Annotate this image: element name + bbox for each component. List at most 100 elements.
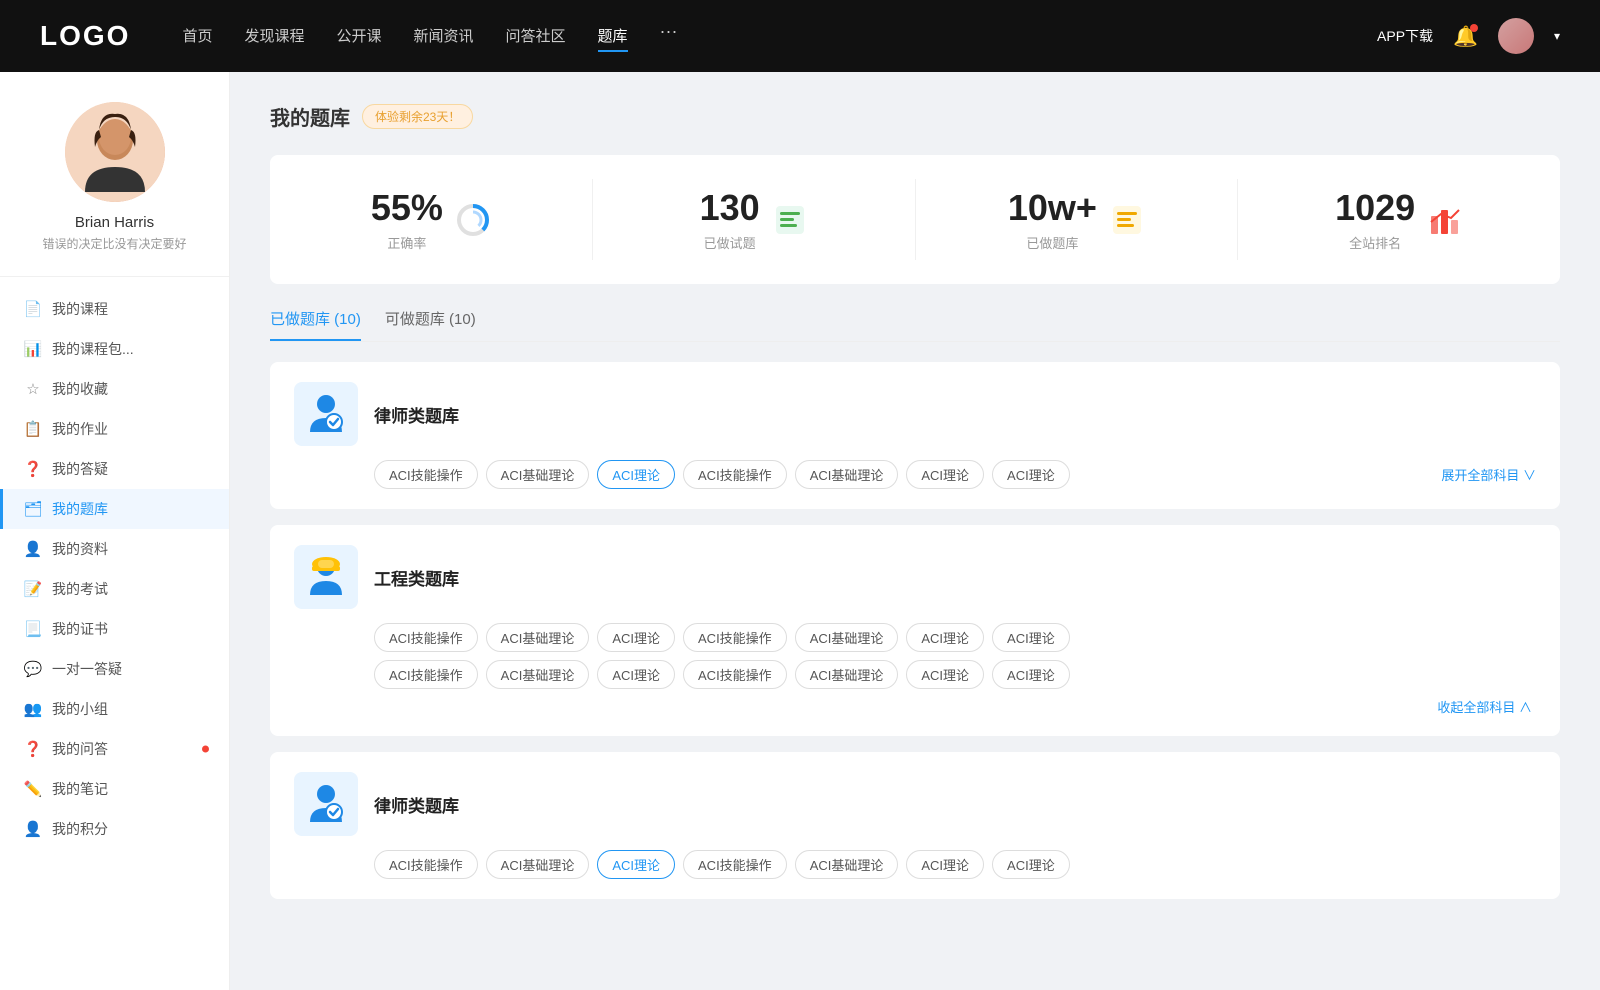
cert-icon: 📃 — [24, 620, 42, 638]
nav-right: APP下载 🔔 ▾ — [1377, 18, 1560, 54]
expand-link-1[interactable]: 展开全部科目 ∨ — [1441, 465, 1536, 484]
tag[interactable]: ACI基础理论 — [486, 850, 590, 879]
tag[interactable]: ACI技能操作 — [374, 850, 478, 879]
tag[interactable]: ACI技能操作 — [374, 623, 478, 652]
sidebar-item-label: 一对一答疑 — [52, 659, 122, 679]
tag[interactable]: ACI理论 — [906, 850, 984, 879]
sidebar-item-my-favorites[interactable]: ☆ 我的收藏 — [0, 369, 229, 409]
page-header: 我的题库 体验剩余23天！ — [270, 102, 1560, 131]
tag[interactable]: ACI基础理论 — [795, 660, 899, 689]
tag[interactable]: ACI理论 — [906, 623, 984, 652]
tag[interactable]: ACI技能操作 — [683, 850, 787, 879]
sidebar: Brian Harris 错误的决定比没有决定要好 📄 我的课程 📊 我的课程包… — [0, 72, 230, 990]
qbank-tags-row-2a: ACI技能操作 ACI基础理论 ACI理论 ACI技能操作 ACI基础理论 AC… — [294, 623, 1536, 652]
sidebar-item-my-qa[interactable]: ❓ 我的答疑 — [0, 449, 229, 489]
nav-more[interactable]: ··· — [660, 21, 678, 52]
tag[interactable]: ACI理论 — [597, 623, 675, 652]
tag[interactable]: ACI技能操作 — [683, 623, 787, 652]
sidebar-item-label: 我的积分 — [52, 819, 108, 839]
one-on-one-icon: 💬 — [24, 660, 42, 678]
nav-items: 首页 发现课程 公开课 新闻资讯 问答社区 题库 ··· — [182, 21, 1345, 52]
qbank-engineer-icon — [294, 545, 358, 609]
qbank-title-3: 律师类题库 — [374, 792, 459, 817]
tag[interactable]: ACI理论 — [597, 460, 675, 489]
tag[interactable]: ACI理论 — [597, 850, 675, 879]
tag[interactable]: ACI技能操作 — [374, 660, 478, 689]
sidebar-item-my-cert[interactable]: 📃 我的证书 — [0, 609, 229, 649]
sidebar-item-label: 我的证书 — [52, 619, 108, 639]
sidebar-item-one-on-one[interactable]: 💬 一对一答疑 — [0, 649, 229, 689]
sidebar-item-label: 我的问答 — [52, 739, 108, 759]
stat-value-questions: 130 — [700, 187, 760, 229]
exam-icon: 📝 — [24, 580, 42, 598]
sidebar-item-label: 我的考试 — [52, 579, 108, 599]
sidebar-item-label: 我的笔记 — [52, 779, 108, 799]
stat-label-questions: 已做试题 — [700, 233, 760, 252]
sidebar-item-my-homework[interactable]: 📋 我的作业 — [0, 409, 229, 449]
sidebar-item-my-exam[interactable]: 📝 我的考试 — [0, 569, 229, 609]
tag[interactable]: ACI理论 — [992, 460, 1070, 489]
tag[interactable]: ACI理论 — [906, 460, 984, 489]
tag[interactable]: ACI基础理论 — [486, 460, 590, 489]
trial-badge: 体验剩余23天！ — [362, 104, 473, 129]
qbank-title-1: 律师类题库 — [374, 402, 459, 427]
nav-discover[interactable]: 发现课程 — [244, 21, 304, 52]
qbank-lawyer2-icon — [294, 772, 358, 836]
qbank-icon: 🗂 — [24, 500, 42, 518]
avatar-image — [65, 102, 165, 202]
page-title: 我的题库 — [270, 102, 350, 131]
tag[interactable]: ACI基础理论 — [795, 623, 899, 652]
tag[interactable]: ACI基础理论 — [795, 460, 899, 489]
sidebar-item-label: 我的资料 — [52, 539, 108, 559]
notification-bell[interactable]: 🔔 — [1453, 24, 1478, 49]
tag[interactable]: ACI理论 — [992, 660, 1070, 689]
nav-news[interactable]: 新闻资讯 — [414, 21, 474, 52]
sidebar-item-my-profile[interactable]: 👤 我的资料 — [0, 529, 229, 569]
chevron-down-icon[interactable]: ▾ — [1554, 29, 1560, 43]
sidebar-item-my-course-pack[interactable]: 📊 我的课程包... — [0, 329, 229, 369]
sidebar-item-my-course[interactable]: 📄 我的课程 — [0, 289, 229, 329]
tag[interactable]: ACI理论 — [597, 660, 675, 689]
sidebar-item-my-notes[interactable]: ✏️ 我的笔记 — [0, 769, 229, 809]
qbank-title-2: 工程类题库 — [374, 565, 459, 590]
qbank-tags-row-2b: ACI技能操作 ACI基础理论 ACI理论 ACI技能操作 ACI基础理论 AC… — [294, 660, 1536, 689]
nav-home[interactable]: 首页 — [182, 21, 212, 52]
sidebar-item-label: 我的收藏 — [52, 379, 108, 399]
qbank-lawyer-icon — [294, 382, 358, 446]
nav-open-course[interactable]: 公开课 — [336, 21, 381, 52]
sidebar-item-my-qbank[interactable]: 🗂 我的题库 — [0, 489, 229, 529]
tag[interactable]: ACI理论 — [992, 623, 1070, 652]
tab-todo[interactable]: 可做题库 (10) — [385, 308, 476, 341]
sidebar-item-label: 我的答疑 — [52, 459, 108, 479]
tag[interactable]: ACI技能操作 — [683, 460, 787, 489]
stat-correct-rate: 55% 正确率 — [270, 179, 593, 260]
points-icon: 👤 — [24, 820, 42, 838]
nav-qbank[interactable]: 题库 — [598, 21, 628, 52]
avatar[interactable] — [1498, 18, 1534, 54]
qbank-card-lawyer1: 律师类题库 ACI技能操作 ACI基础理论 ACI理论 ACI技能操作 ACI基… — [270, 362, 1560, 509]
sidebar-item-my-questions[interactable]: ❓ 我的问答 — [0, 729, 229, 769]
qbank-tags-row-1: ACI技能操作 ACI基础理论 ACI理论 ACI技能操作 ACI基础理论 AC… — [294, 460, 1536, 489]
stat-done-banks: 10w+ 已做题库 — [916, 179, 1239, 260]
tag[interactable]: ACI技能操作 — [374, 460, 478, 489]
sidebar-item-my-group[interactable]: 👥 我的小组 — [0, 689, 229, 729]
sidebar-item-my-points[interactable]: 👤 我的积分 — [0, 809, 229, 849]
stat-label-banks: 已做题库 — [1008, 233, 1097, 252]
list-green-icon — [772, 202, 808, 238]
stat-label-correct: 正确率 — [371, 233, 443, 252]
tag[interactable]: ACI理论 — [906, 660, 984, 689]
tag[interactable]: ACI理论 — [992, 850, 1070, 879]
unread-dot — [202, 746, 209, 753]
stat-value-banks: 10w+ — [1008, 187, 1097, 229]
notification-dot — [1470, 24, 1478, 32]
app-download[interactable]: APP下载 — [1377, 26, 1433, 46]
stats-row: 55% 正确率 130 已做试题 — [270, 155, 1560, 284]
tag[interactable]: ACI基础理论 — [486, 623, 590, 652]
tag[interactable]: ACI基础理论 — [486, 660, 590, 689]
nav-qa[interactable]: 问答社区 — [506, 21, 566, 52]
tag[interactable]: ACI技能操作 — [683, 660, 787, 689]
tag[interactable]: ACI基础理论 — [795, 850, 899, 879]
collapse-link-2[interactable]: 收起全部科目 ∧ — [294, 697, 1532, 716]
list-yellow-icon — [1109, 202, 1145, 238]
tab-done[interactable]: 已做题库 (10) — [270, 308, 361, 341]
